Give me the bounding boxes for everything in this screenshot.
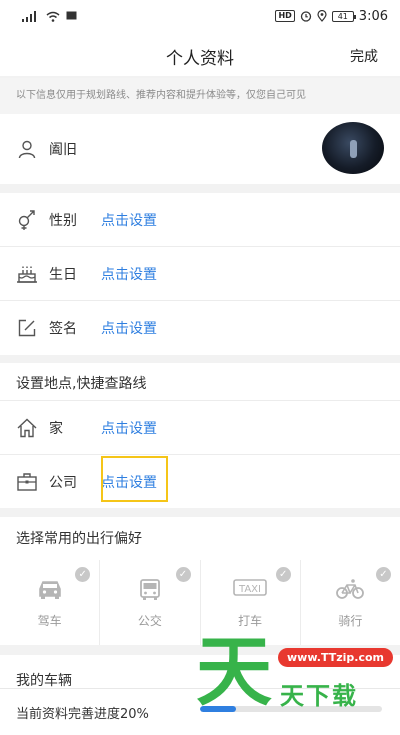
mode-bike[interactable]: ✓ 骑行 [301, 560, 400, 645]
signal-icon [22, 10, 36, 22]
profile-card: 阖旧 [0, 114, 400, 184]
bike-icon [336, 579, 365, 599]
home-row[interactable]: 家 点击设置 [0, 401, 400, 455]
location-icon [317, 10, 327, 22]
home-set-link[interactable]: 点击设置 [101, 418, 157, 438]
mode-bus-label: 公交 [137, 614, 162, 628]
birthday-label: 生日 [49, 266, 77, 283]
battery-icon: 41 [331, 10, 356, 22]
taxi-icon: TAXI [233, 579, 267, 596]
edit-icon [18, 319, 36, 337]
svg-text:TAXI: TAXI [238, 584, 261, 595]
gender-row[interactable]: 性别 点击设置 [0, 193, 400, 247]
avatar-figure [350, 140, 357, 158]
mode-car[interactable]: ✓ 驾车 [0, 560, 101, 645]
title-bar: 个人资料 完成 [0, 32, 400, 76]
cake-icon [17, 266, 37, 283]
briefcase-icon [17, 473, 37, 491]
gender-set-link[interactable]: 点击设置 [101, 210, 157, 230]
travel-section-title: 选择常用的出行偏好 [16, 531, 142, 547]
birthday-row[interactable]: 生日 点击设置 [0, 247, 400, 301]
watermark-text: 天下载 [280, 682, 358, 710]
home-icon [17, 418, 37, 437]
mode-bike-label: 骑行 [338, 614, 363, 628]
avatar[interactable] [322, 122, 384, 174]
mode-bus[interactable]: ✓ 公交 [100, 560, 201, 645]
places-section-title: 设置地点,快捷查路线 [16, 376, 147, 392]
wifi-icon [46, 11, 60, 22]
user-name: 阖旧 [49, 142, 77, 158]
signature-set-link[interactable]: 点击设置 [101, 318, 157, 338]
privacy-notice: 以下信息仅用于规划路线、推荐内容和提升体验等，仅您自己可见 [0, 78, 400, 114]
vehicle-section-title: 我的车辆 [16, 673, 72, 689]
watermark-logo: 天 [196, 627, 272, 716]
hd-badge: HD [275, 10, 295, 22]
places-card: 设置地点,快捷查路线 家 点击设置 公司 点击设置 [0, 363, 400, 508]
birthday-set-link[interactable]: 点击设置 [101, 264, 157, 284]
highlight-box [101, 456, 168, 502]
done-button[interactable]: 完成 [350, 46, 378, 66]
home-label: 家 [49, 420, 63, 437]
signature-row[interactable]: 签名 点击设置 [0, 301, 400, 355]
progress-label: 当前资料完善进度20% [16, 707, 149, 722]
user-icon [18, 140, 36, 159]
car-icon [38, 581, 61, 599]
mode-car-label: 驾车 [37, 614, 62, 628]
watermark-url: www.TTzip.com [278, 648, 393, 667]
message-icon [66, 11, 77, 20]
company-row[interactable]: 公司 点击设置 [0, 455, 400, 509]
alarm-icon [300, 11, 311, 22]
basic-info-card: 性别 点击设置 生日 点击设置 签名 点击设置 [0, 193, 400, 355]
signature-label: 签名 [49, 321, 77, 337]
clock: 3:06 [358, 8, 388, 24]
company-label: 公司 [49, 475, 77, 491]
gender-icon [18, 209, 35, 230]
status-bar: HD 41 3:06 [0, 0, 400, 32]
bus-icon [139, 579, 160, 600]
page-title: 个人资料 [166, 49, 234, 69]
gender-label: 性别 [49, 212, 77, 229]
